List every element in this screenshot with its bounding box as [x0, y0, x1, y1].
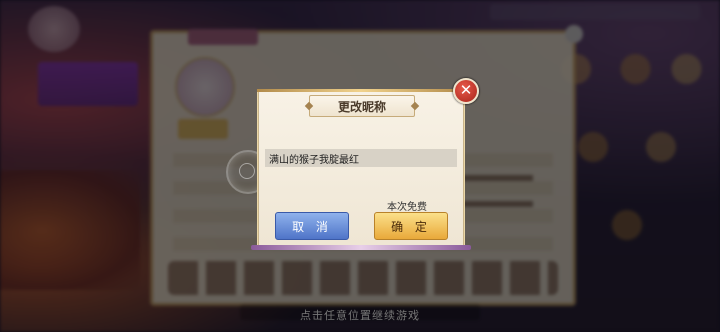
confirm-button-label: 确 定	[391, 219, 431, 234]
continue-hint: 点击任意位置继续游戏	[300, 309, 420, 322]
nickname-input[interactable]	[265, 149, 457, 167]
confirm-button[interactable]: 确 定	[374, 212, 448, 240]
cancel-button[interactable]: 取 消	[275, 212, 349, 240]
cost-note: 本次免费	[387, 202, 427, 213]
close-icon: ✕	[459, 81, 473, 99]
cancel-button-label: 取 消	[292, 219, 332, 234]
dialog-border-bottom	[251, 245, 471, 250]
close-button[interactable]: ✕	[453, 78, 479, 104]
rename-dialog: 更改昵称 ✕ 本次免费 取 消 确 定	[251, 78, 479, 250]
dialog-border-top	[257, 89, 465, 92]
dialog-title: 更改昵称	[337, 99, 386, 114]
dialog-title-plate: 更改昵称	[309, 95, 415, 117]
